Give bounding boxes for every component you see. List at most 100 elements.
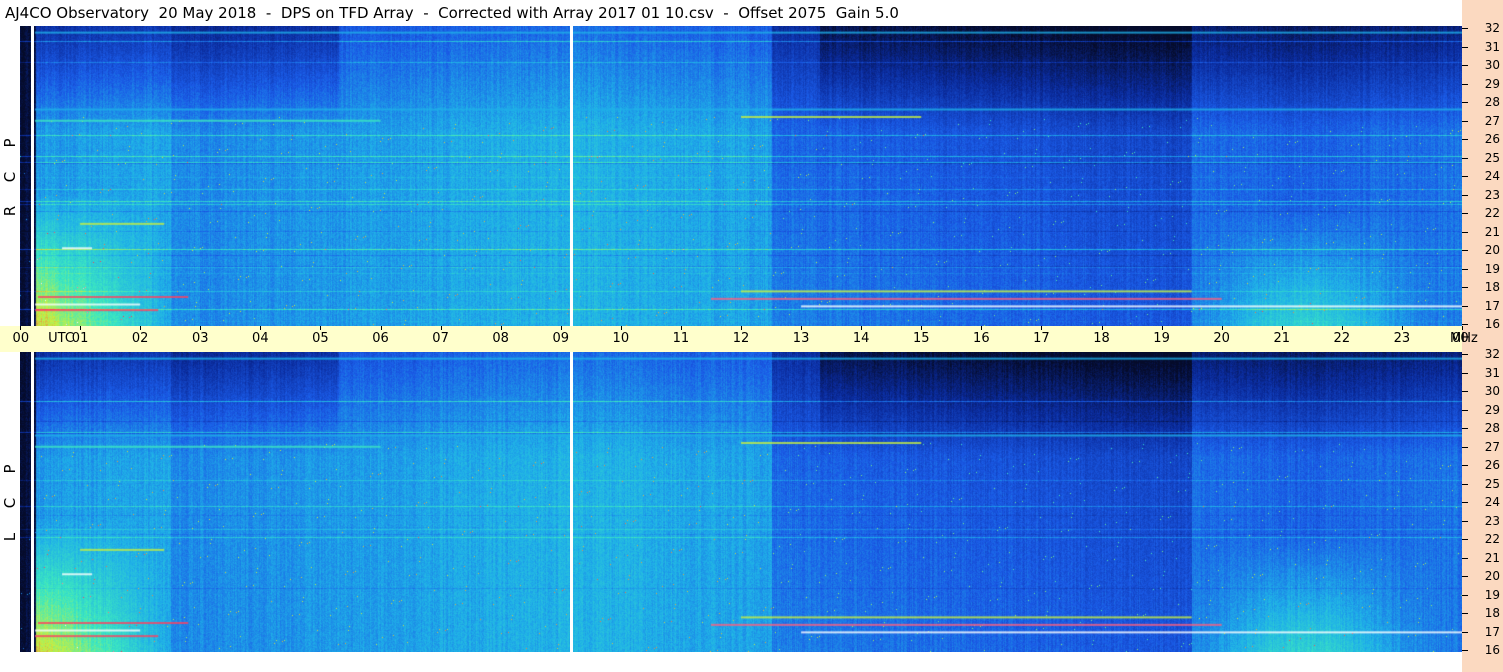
frequency-tick-label: 17: [1484, 298, 1500, 313]
frequency-tick-mark: [1462, 28, 1468, 29]
utc-tick-label: 06: [372, 331, 389, 346]
frequency-tick-label: 24: [1484, 495, 1500, 509]
frequency-tick-label: 29: [1484, 402, 1500, 417]
utc-tick-mark: [1341, 326, 1343, 330]
utc-tick-label: 07: [432, 331, 449, 346]
spectrogram-rcp-canvas: [20, 26, 1462, 326]
frequency-tick-label: 30: [1484, 384, 1500, 398]
frequency-tick-label: 28: [1484, 421, 1500, 435]
frequency-tick-mark: [1462, 65, 1468, 66]
frequency-tick-label: 31: [1484, 365, 1500, 380]
frequency-tick-mark: [1462, 483, 1468, 485]
utc-tick-mark: [500, 326, 502, 330]
frequency-tick-label: 32: [1484, 347, 1500, 361]
frequency-tick-mark: [1462, 502, 1468, 503]
frequency-tick-label: 32: [1484, 21, 1500, 35]
frequency-tick-mark: [1462, 631, 1468, 633]
frequency-tick-mark: [1462, 305, 1468, 307]
frequency-tick-mark: [1462, 446, 1468, 448]
frequency-tick-label: 18: [1484, 606, 1500, 620]
utc-tick-mark: [1401, 326, 1403, 330]
frequency-tick-label: 26: [1484, 132, 1500, 146]
polarization-letter: R: [1, 205, 19, 217]
frequency-tick-label: 30: [1484, 58, 1500, 72]
spectrogram-lcp: [20, 352, 1462, 652]
utc-tick-label: 03: [191, 331, 209, 346]
utc-tick-mark: [1041, 326, 1043, 330]
utc-tick-mark: [1161, 326, 1163, 330]
utc-tick-label: 05: [312, 331, 329, 346]
frequency-tick-label: 17: [1484, 624, 1500, 639]
frequency-tick-label: 29: [1484, 76, 1500, 91]
frequency-tick-label: 26: [1484, 458, 1500, 472]
frequency-tick-mark: [1462, 268, 1468, 270]
frequency-tick-mark: [1462, 46, 1468, 48]
frequency-tick-label: 21: [1484, 550, 1500, 565]
utc-tick-label: 00: [12, 331, 30, 346]
frequency-tick-mark: [1462, 465, 1468, 466]
frequency-tick-label: 21: [1484, 224, 1500, 239]
utc-tick-mark: [981, 326, 983, 330]
frequency-tick-mark: [1462, 539, 1468, 540]
utc-tick-label: 01: [71, 331, 89, 346]
frequency-tick-mark: [1462, 176, 1468, 177]
utc-tick-label: 17: [1033, 331, 1050, 346]
utc-tick-label: 11: [672, 331, 690, 346]
time-marker-line: [31, 26, 34, 326]
utc-tick-label: 12: [732, 331, 750, 346]
frequency-tick-mark: [1462, 324, 1468, 325]
frequency-tick-mark: [1462, 391, 1468, 392]
page-title: AJ4CO Observatory 20 May 2018 - DPS on T…: [0, 0, 1462, 26]
utc-tick-label: 04: [252, 331, 269, 346]
utc-tick-mark: [861, 326, 863, 330]
utc-tick-mark: [200, 326, 202, 330]
frequency-tick-label: 20: [1484, 569, 1500, 583]
utc-tick-label: 14: [852, 331, 870, 346]
frequency-tick-mark: [1462, 557, 1468, 559]
utc-tick-mark: [680, 326, 682, 330]
utc-tick-mark: [80, 326, 82, 330]
utc-tick-label: 15: [912, 331, 930, 346]
frequency-tick-mark: [1462, 213, 1468, 214]
utc-tick-label: 13: [792, 331, 810, 346]
utc-tick-label: 22: [1333, 331, 1351, 346]
utc-time-axis: 00 01 02 03 04 05 06 07 08 09 10 11 12 13 14 15 16 17 18 19…: [0, 326, 1478, 352]
time-marker-line: [570, 352, 573, 652]
spectrogram-rcp: [20, 26, 1462, 326]
utc-tick-label: 08: [492, 331, 509, 346]
utc-tick-mark: [320, 326, 322, 330]
polarization-letter: P: [1, 464, 19, 474]
frequency-tick-mark: [1462, 354, 1468, 355]
utc-tick-mark: [620, 326, 622, 330]
spectrogram-lcp-canvas: [20, 352, 1462, 652]
frequency-tick-mark: [1462, 520, 1468, 522]
time-marker-line: [570, 26, 573, 326]
frequency-tick-label: 31: [1484, 39, 1500, 54]
polarization-letter: P: [1, 138, 19, 148]
utc-tick-mark: [801, 326, 803, 330]
utc-tick-mark: [1221, 326, 1223, 330]
utc-tick-mark: [20, 326, 21, 330]
utc-tick-mark: [1281, 326, 1283, 330]
frequency-tick-mark: [1462, 409, 1468, 411]
frequency-tick-mark: [1462, 250, 1468, 251]
frequency-tick-mark: [1462, 120, 1468, 122]
utc-tick-label: 19: [1153, 331, 1170, 346]
frequency-tick-mark: [1462, 231, 1468, 233]
bottom-margin: [20, 652, 1462, 672]
frequency-tick-mark: [1462, 139, 1468, 140]
frequency-tick-label: 22: [1484, 532, 1500, 546]
frequency-tick-label: 24: [1484, 169, 1500, 183]
frequency-tick-mark: [1462, 594, 1468, 596]
frequency-tick-label: 16: [1484, 317, 1500, 331]
utc-tick-mark: [260, 326, 262, 330]
frequency-tick-mark: [1462, 650, 1468, 651]
utc-tick-mark: [1101, 326, 1103, 330]
time-marker-line: [31, 352, 34, 652]
utc-tick-label: 16: [973, 331, 990, 346]
utc-unit-label: UTC: [48, 331, 74, 346]
frequency-tick-mark: [1462, 194, 1468, 196]
utc-tick-mark: [741, 326, 742, 330]
frequency-tick-mark: [1462, 372, 1468, 374]
utc-tick-label: 02: [131, 331, 149, 346]
